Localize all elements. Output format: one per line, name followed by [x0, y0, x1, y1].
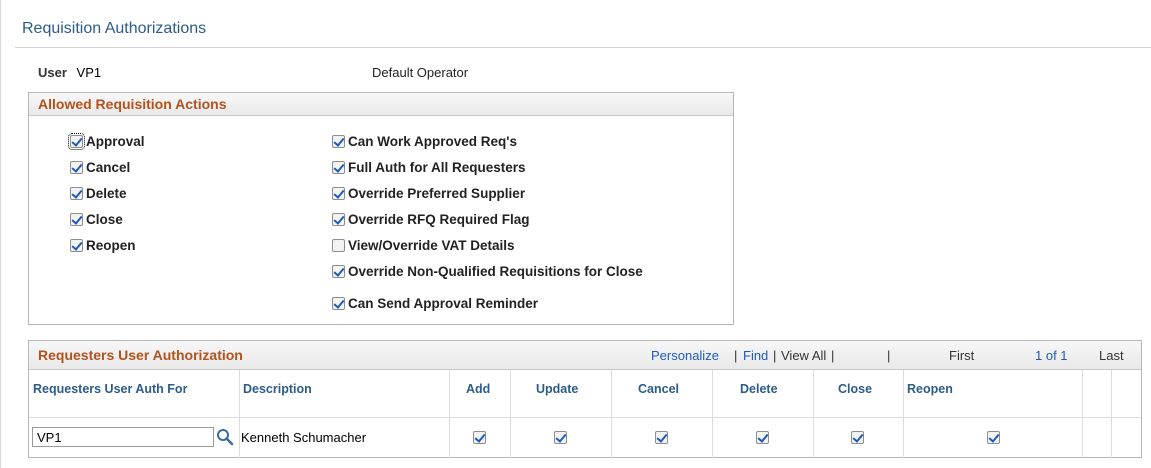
- col-header-cancel: Cancel: [638, 382, 679, 396]
- requester-user-input[interactable]: [32, 427, 214, 447]
- column-divider: [611, 370, 612, 458]
- add-checkbox[interactable]: [473, 431, 486, 444]
- column-divider: [1082, 370, 1083, 458]
- action-approval-label: Approval: [86, 134, 145, 149]
- grid-title: Requesters User Authorization: [38, 347, 243, 363]
- checkbox-icon[interactable]: [332, 297, 345, 310]
- checkbox-icon[interactable]: [332, 265, 345, 278]
- col-header-delete: Delete: [740, 382, 778, 396]
- reopen-checkbox[interactable]: [987, 431, 1000, 444]
- cancel-checkbox[interactable]: [655, 431, 668, 444]
- nav-separator: |: [831, 348, 835, 363]
- column-divider: [813, 370, 814, 458]
- last-link[interactable]: Last: [1099, 348, 1124, 363]
- checkbox-icon[interactable]: [332, 161, 345, 174]
- action-approval[interactable]: Approval: [68, 133, 145, 150]
- col-header-user-auth: Requesters User Auth For: [33, 382, 188, 396]
- requesters-grid: Requesters User Authorization Personaliz…: [28, 340, 1142, 458]
- checkbox-icon[interactable]: [332, 187, 345, 200]
- action-can-work-approved-label: Can Work Approved Req's: [348, 134, 517, 149]
- page-range: 1 of 1: [1035, 348, 1068, 363]
- column-divider: [1111, 370, 1112, 458]
- close-checkbox[interactable]: [851, 431, 864, 444]
- column-divider: [712, 370, 713, 458]
- grid-header: Requesters User Authorization Personaliz…: [29, 341, 1141, 370]
- col-header-close: Close: [838, 382, 873, 396]
- action-override-supplier-label: Override Preferred Supplier: [348, 186, 526, 201]
- column-divider: [510, 370, 511, 458]
- action-reopen[interactable]: Reopen: [70, 238, 136, 253]
- action-delete[interactable]: Delete: [70, 186, 127, 201]
- description-cell: Kenneth Schumacher: [241, 430, 367, 445]
- page-frame-border: [0, 0, 1, 468]
- checkbox-icon[interactable]: [70, 161, 83, 174]
- allowed-actions-header: Allowed Requisition Actions: [29, 93, 733, 116]
- nav-separator: |: [773, 348, 777, 363]
- checkbox-icon[interactable]: [332, 135, 345, 148]
- action-override-rfq[interactable]: Override RFQ Required Flag: [332, 212, 530, 227]
- action-override-supplier[interactable]: Override Preferred Supplier: [332, 186, 525, 201]
- action-close[interactable]: Close: [70, 212, 123, 227]
- action-delete-label: Delete: [86, 186, 127, 201]
- col-header-update: Update: [536, 382, 579, 396]
- action-cancel-label: Cancel: [86, 160, 131, 175]
- update-checkbox[interactable]: [554, 431, 567, 444]
- action-override-non-qualified[interactable]: Override Non-Qualified Requisitions for …: [332, 264, 643, 279]
- checkbox-icon[interactable]: [68, 133, 85, 150]
- action-close-label: Close: [86, 212, 123, 227]
- action-reopen-label: Reopen: [86, 238, 136, 253]
- nav-separator: |: [887, 348, 891, 363]
- title-divider: [15, 47, 1151, 48]
- checkbox-icon[interactable]: [70, 213, 83, 226]
- col-header-reopen: Reopen: [907, 382, 953, 396]
- column-divider: [903, 370, 904, 458]
- find-link[interactable]: Find: [743, 348, 768, 363]
- action-send-reminder-label: Can Send Approval Reminder: [348, 296, 539, 311]
- action-override-non-qualified-label: Override Non-Qualified Requisitions for …: [348, 264, 643, 279]
- column-divider: [449, 370, 450, 458]
- row-divider: [29, 417, 1141, 418]
- nav-separator: |: [734, 348, 738, 363]
- user-id: VP1: [76, 65, 102, 80]
- user-row: User VP1: [38, 65, 101, 80]
- first-link[interactable]: First: [949, 348, 974, 363]
- checkbox-icon[interactable]: [332, 239, 345, 252]
- action-override-rfq-label: Override RFQ Required Flag: [348, 212, 530, 227]
- column-divider: [239, 370, 240, 458]
- action-send-reminder[interactable]: Can Send Approval Reminder: [332, 296, 538, 311]
- action-cancel[interactable]: Cancel: [70, 160, 130, 175]
- user-label: User: [38, 65, 67, 80]
- view-all-link[interactable]: View All: [781, 348, 826, 363]
- checkbox-icon[interactable]: [70, 239, 83, 252]
- checkbox-icon[interactable]: [70, 187, 83, 200]
- personalize-link[interactable]: Personalize: [651, 348, 719, 363]
- allowed-actions-group: Allowed Requisition Actions Approval Can…: [28, 92, 734, 325]
- checkbox-icon[interactable]: [332, 213, 345, 226]
- magnifier-icon[interactable]: [216, 427, 234, 447]
- page-title: Requisition Authorizations: [22, 20, 207, 37]
- action-override-vat-label: View/Override VAT Details: [348, 238, 515, 253]
- delete-checkbox[interactable]: [756, 431, 769, 444]
- action-override-vat[interactable]: View/Override VAT Details: [332, 238, 515, 253]
- user-description: Default Operator: [372, 65, 469, 80]
- action-full-auth-label: Full Auth for All Requesters: [348, 160, 526, 175]
- col-header-add: Add: [466, 382, 491, 396]
- action-full-auth[interactable]: Full Auth for All Requesters: [332, 160, 526, 175]
- action-can-work-approved[interactable]: Can Work Approved Req's: [332, 134, 517, 149]
- col-header-description: Description: [243, 382, 312, 396]
